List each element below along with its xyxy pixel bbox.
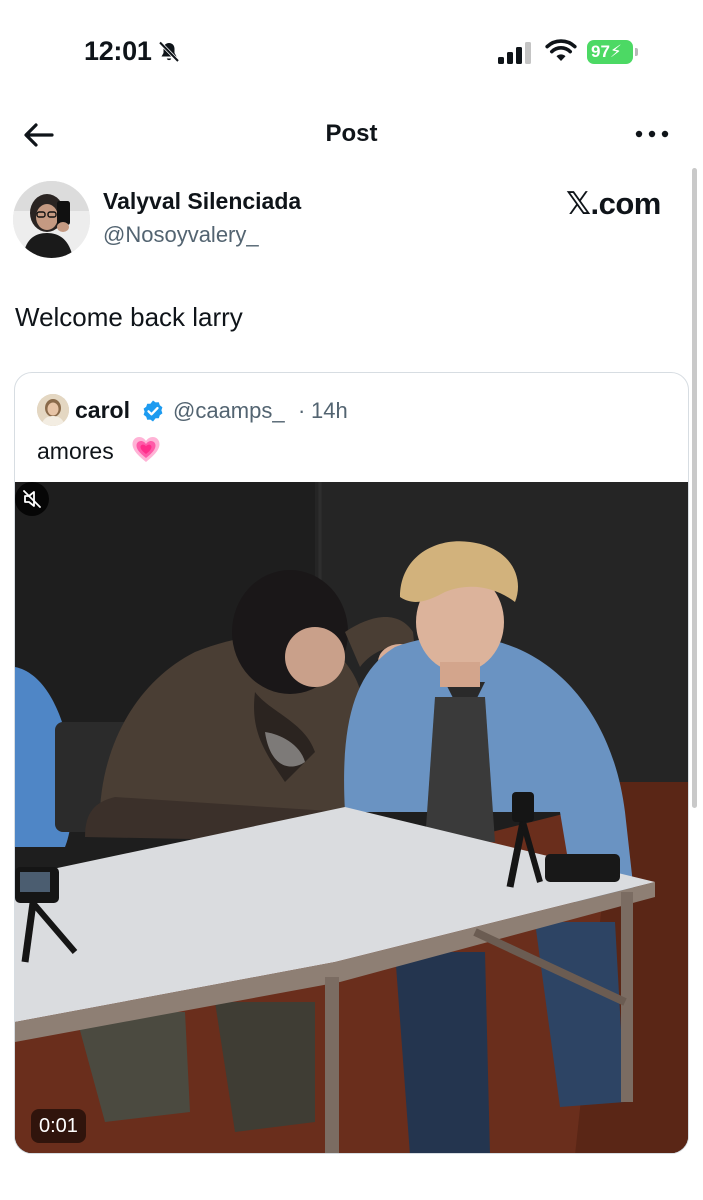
page-title: Post bbox=[325, 120, 378, 147]
author-name[interactable]: Valyval Silenciada bbox=[103, 188, 301, 215]
nav-bar: Post bbox=[0, 110, 703, 160]
bell-slash-icon bbox=[158, 41, 180, 63]
meta-separator: · bbox=[298, 398, 306, 423]
quoted-post-card[interactable]: carol @caamps_ · 14h amores 0:01 bbox=[14, 372, 689, 1154]
video-frame bbox=[15, 482, 688, 1153]
battery-tip bbox=[635, 48, 638, 56]
quoted-timestamp[interactable]: 14h bbox=[311, 398, 348, 424]
more-horizontal-icon[interactable] bbox=[632, 122, 672, 146]
wifi-icon bbox=[545, 39, 577, 61]
battery-level: 97⚡ bbox=[587, 40, 633, 64]
status-bar: 12:01 97⚡ bbox=[0, 0, 703, 100]
quoted-avatar[interactable] bbox=[37, 394, 69, 426]
avatar[interactable] bbox=[13, 181, 90, 258]
author-handle[interactable]: @Nosoyvalery_ bbox=[103, 222, 259, 248]
post-text: Welcome back larry bbox=[15, 302, 243, 332]
quoted-author-handle[interactable]: @caamps_ bbox=[173, 398, 285, 424]
x-com-logo: 𝕏.com bbox=[566, 186, 661, 221]
verified-badge-icon bbox=[143, 400, 163, 422]
speaker-muted-icon[interactable] bbox=[15, 482, 49, 516]
quoted-author-name[interactable]: carol bbox=[75, 397, 130, 424]
growing-heart-icon bbox=[132, 437, 160, 462]
scrollbar[interactable] bbox=[692, 168, 697, 808]
video-player[interactable]: 0:01 bbox=[15, 482, 688, 1153]
video-timestamp: 0:01 bbox=[31, 1109, 86, 1143]
battery-charging-icon: 97⚡ bbox=[587, 40, 639, 64]
quoted-post-text: amores bbox=[37, 438, 114, 464]
status-time: 12:01 bbox=[84, 36, 152, 66]
cellular-signal-icon bbox=[498, 42, 531, 64]
